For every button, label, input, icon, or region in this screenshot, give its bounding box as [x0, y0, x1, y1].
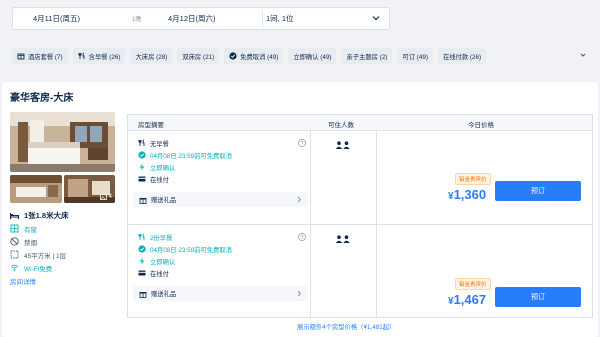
guests-selector[interactable]: 1间, 1位 — [266, 13, 294, 24]
filter-label: 立即确认 (49) — [293, 53, 332, 61]
gift-icon — [139, 197, 147, 204]
row-divider — [128, 224, 592, 225]
chevron-down-icon[interactable] — [579, 51, 587, 59]
room-photo-thumb[interactable] — [10, 175, 62, 203]
rate-table: 房型摘要 可住人数 今日价格 无早餐 ? 04月08日 23:59前可免费取消 … — [127, 114, 593, 318]
window-icon — [10, 224, 19, 233]
cancel-policy[interactable]: 04月08日 23:59前可免费取消 — [138, 243, 306, 255]
area-info: 45平方米 | 1层 — [10, 248, 120, 261]
cancel-policy[interactable]: 04月08日 23:59前可免费取消 — [138, 149, 306, 161]
table-header: 房型摘要 可住人数 今日价格 — [128, 115, 592, 131]
filter-chip[interactable]: 免费取消 (49) — [224, 48, 284, 64]
filter-label: 可订 (49) — [402, 53, 428, 61]
rate-plan-summary: 2份早餐 ? 04月08日 23:59前可免费取消 立即确认 在线付 — [138, 231, 306, 279]
room-photo-main[interactable] — [10, 112, 115, 172]
cutlery-icon — [138, 139, 145, 146]
lightning-icon — [139, 163, 145, 171]
check-circle-icon — [138, 151, 146, 159]
card-icon — [138, 176, 146, 182]
gift-icon — [139, 291, 147, 298]
filter-chip[interactable]: 含早餐 (26) — [72, 48, 126, 64]
filter-bar: 酒店套餐 (7) 含早餐 (26) 大床房 (28) 双床房 (21) 免费取消… — [12, 47, 590, 65]
package-icon — [17, 53, 25, 60]
payment-info: 在线付 — [138, 267, 306, 279]
two-persons-icon — [335, 141, 350, 149]
bedroom-image — [10, 175, 62, 203]
room-details-link[interactable]: 房间详情 — [10, 276, 120, 286]
filter-label: 在线付款 (26) — [442, 53, 482, 61]
wifi-icon — [10, 264, 19, 272]
filter-chip[interactable]: 酒店套餐 (7) — [12, 48, 68, 64]
meal-info: 2份早餐 — [138, 231, 306, 243]
book-button[interactable]: 预订 — [495, 287, 581, 307]
gift-row[interactable]: 赠送礼品 — [133, 286, 308, 301]
chevron-down-icon[interactable] — [371, 13, 381, 23]
instant-confirm: 立即确认 — [138, 255, 306, 267]
filter-chip[interactable]: 可订 (49) — [397, 48, 433, 64]
card-icon — [138, 270, 146, 276]
nights-count: 1晚 — [132, 17, 142, 23]
smoking-info: 禁烟 — [10, 235, 120, 248]
lightning-icon — [139, 257, 145, 265]
instant-confirm: 立即确认 — [138, 161, 306, 173]
filter-label: 双床房 (21) — [182, 53, 215, 61]
info-icon[interactable]: ? — [298, 233, 306, 241]
member-price-tag: 铂金贵宾价 — [455, 173, 491, 185]
filter-label: 免费取消 (49) — [240, 53, 279, 61]
payment-info: 在线付 — [138, 173, 306, 185]
filter-label: 大床房 (28) — [135, 53, 168, 61]
check-circle-icon — [138, 245, 146, 253]
meal-info: 无早餐 — [138, 137, 306, 149]
room-photo-thumb[interactable]: 4 — [64, 175, 115, 203]
no-smoking-icon — [10, 237, 19, 246]
bed-icon — [10, 213, 19, 219]
svg-text:?: ? — [301, 235, 304, 241]
filter-label: 含早餐 (26) — [88, 53, 121, 61]
gift-row[interactable]: 赠送礼品 — [133, 192, 308, 207]
divider — [262, 11, 263, 27]
room-card: 豪华客房-大床 4 1张1.8米大床 有窗 禁烟 45平方米 | 1层 Wi-F… — [2, 82, 598, 337]
filter-chip[interactable]: 大床房 (28) — [130, 48, 173, 64]
search-bar[interactable]: 4月11日(周五) 1晚 4月12日(周六) 1间, 1位 — [12, 7, 390, 30]
header-price: 今日价格 — [468, 122, 494, 129]
photo-count: 4 — [99, 194, 112, 200]
rate-plan-summary: 无早餐 ? 04月08日 23:59前可免费取消 立即确认 在线付 — [138, 137, 306, 185]
bedroom-image — [10, 112, 115, 172]
checkin-date[interactable]: 4月11日(周五) — [33, 13, 80, 24]
filter-chip[interactable]: 在线付款 (26) — [437, 48, 487, 64]
filter-chip[interactable]: 双床房 (21) — [177, 48, 220, 64]
book-button[interactable]: 预订 — [495, 181, 581, 201]
price: ¥1,467 — [448, 292, 487, 307]
area-icon — [10, 250, 19, 259]
wifi-info: Wi-Fi免费 — [10, 261, 120, 274]
filter-label: 酒店套餐 (7) — [28, 53, 63, 61]
checkout-date[interactable]: 4月12日(周六) — [168, 13, 216, 24]
room-title: 豪华客房-大床 — [10, 93, 74, 104]
price: ¥1,360 — [448, 187, 487, 202]
chevron-right-icon — [297, 196, 302, 203]
filter-chip[interactable]: 立即确认 (49) — [288, 48, 337, 64]
header-summary: 房型摘要 — [138, 122, 164, 129]
info-icon[interactable]: ? — [298, 139, 306, 147]
check-circle-icon — [229, 52, 237, 60]
filter-label: 亲子主题房 (2) — [346, 53, 388, 61]
cutlery-icon — [138, 233, 145, 240]
room-info: 1张1.8米大床 有窗 禁烟 45平方米 | 1层 Wi-Fi免费 房间详情 — [10, 209, 120, 286]
member-price-tag: 铂金贵宾价 — [455, 278, 491, 290]
window-info: 有窗 — [10, 222, 120, 235]
svg-text:?: ? — [301, 141, 304, 147]
gallery-icon — [99, 194, 107, 200]
two-persons-icon — [335, 235, 350, 243]
chevron-right-icon — [297, 290, 302, 297]
show-more-rates-link[interactable]: 展示额外4个房型价格（¥1,481起） — [297, 322, 395, 331]
filter-chip[interactable]: 亲子主题房 (2) — [341, 48, 393, 64]
breakfast-icon — [78, 52, 85, 59]
bed-info: 1张1.8米大床 — [10, 209, 120, 222]
header-occupancy: 可住人数 — [328, 122, 354, 129]
